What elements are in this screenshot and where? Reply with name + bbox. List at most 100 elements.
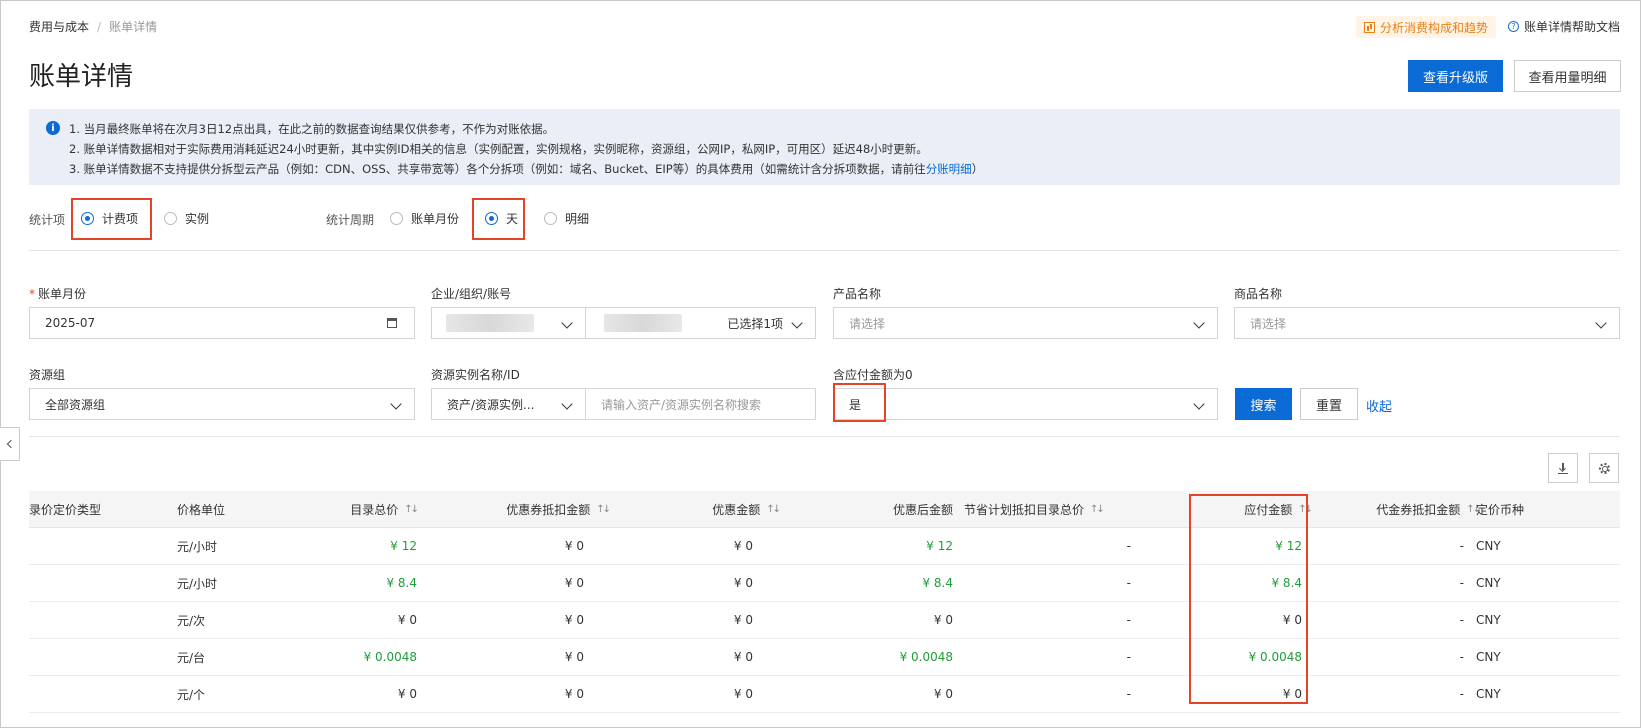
commodity-name-label: 商品名称 xyxy=(1234,287,1283,301)
cell-currency: CNY xyxy=(1476,650,1501,664)
page-title: 账单详情 xyxy=(29,62,134,92)
breadcrumb-current: 账单详情 xyxy=(109,20,158,34)
cell-list-total: ¥ 12 xyxy=(390,539,417,553)
stat-item-radio-billing-item[interactable]: 计费项 xyxy=(81,210,138,227)
search-button[interactable]: 搜索 xyxy=(1235,388,1292,420)
cell-price-type xyxy=(29,528,159,564)
table-row: 元/小时 ¥ 8.4 ¥ 0 ¥ 0 ¥ 8.4 - ¥ 8.4 - CNY xyxy=(29,565,1620,602)
product-name-label: 产品名称 xyxy=(833,287,882,301)
cell-coupon: ¥ 0 xyxy=(564,539,584,553)
stat-item-radio-instance[interactable]: 实例 xyxy=(164,210,209,227)
chevron-down-icon xyxy=(1595,317,1607,329)
table-row: 元/小时 ¥ 12 ¥ 0 ¥ 0 ¥ 12 - ¥ 12 - CNY xyxy=(29,528,1620,565)
calendar-icon xyxy=(387,318,397,328)
section-divider xyxy=(29,436,1620,437)
commodity-name-select[interactable]: 请选择 xyxy=(1234,307,1620,339)
cell-payable: ¥ 12 xyxy=(1275,539,1302,553)
trend-analysis-link[interactable]: 分析消费构成和趋势 xyxy=(1356,16,1497,38)
col-voucher[interactable]: 代金券抵扣金额 ↑↓ xyxy=(1319,491,1481,527)
billing-month-picker[interactable]: 2025-07 xyxy=(29,307,415,339)
collapse-link[interactable]: 收起 xyxy=(1366,396,1392,415)
notice-line-1: 1. 当月最终账单将在次月3日12点出具，在此之前的数据查询结果仅供参考，不作为… xyxy=(69,122,555,136)
help-doc-link[interactable]: ? 账单详情帮助文档 xyxy=(1508,18,1620,35)
product-name-select[interactable]: 请选择 xyxy=(833,307,1218,339)
chevron-down-icon xyxy=(561,317,573,329)
sort-icon[interactable]: ↑↓ xyxy=(596,504,611,515)
instance-search-placeholder: 请输入资产/资源实例名称搜索 xyxy=(601,397,762,412)
cell-savings-plan: - xyxy=(1126,613,1131,627)
include-zero-label: 含应付金额为0 xyxy=(833,368,913,382)
sort-icon[interactable]: ↑↓ xyxy=(766,504,781,515)
col-after-discount: 优惠后金额 xyxy=(892,502,953,517)
instance-search-input[interactable]: 请输入资产/资源实例名称搜索 xyxy=(585,388,816,420)
col-savings-plan[interactable]: 节省计划抵扣目录总价 ↑↓ xyxy=(964,491,1144,527)
cell-currency: CNY xyxy=(1476,613,1501,627)
breadcrumb-parent[interactable]: 费用与成本 xyxy=(29,18,89,35)
cell-voucher: - xyxy=(1459,539,1464,553)
download-button[interactable] xyxy=(1548,453,1578,483)
usage-detail-button[interactable]: 查看用量明细 xyxy=(1514,60,1621,92)
notice-line-3-text: 3. 账单详情数据不支持提供分拆型云产品（例如：CDN、OSS、共享带宽等）各个… xyxy=(69,162,926,176)
cell-savings-plan: - xyxy=(1126,539,1131,553)
instance-type-select[interactable]: 资产/资源实例... xyxy=(431,388,586,420)
cell-payable: ¥ 0 xyxy=(1282,613,1302,627)
stat-period-label: 统计周期 xyxy=(326,213,375,227)
cell-list-total: ¥ 8.4 xyxy=(386,576,417,590)
stat-item-label: 统计项 xyxy=(29,213,66,227)
reset-button[interactable]: 重置 xyxy=(1300,388,1358,420)
cell-list-total: ¥ 0.0048 xyxy=(363,650,417,664)
column-settings-button[interactable] xyxy=(1589,453,1619,483)
cell-voucher: - xyxy=(1459,576,1464,590)
cell-payable: ¥ 0.0048 xyxy=(1248,650,1302,664)
stat-period-radio-day[interactable]: 天 xyxy=(485,210,518,227)
info-icon: i xyxy=(46,121,60,135)
info-notice: i 1. 当月最终账单将在次月3日12点出具，在此之前的数据查询结果仅供参考，不… xyxy=(29,109,1620,185)
resource-instance-label: 资源实例名称/ID xyxy=(431,368,520,382)
stat-period-radio-month[interactable]: 账单月份 xyxy=(390,210,459,227)
col-payable[interactable]: 应付金额 ↑↓ xyxy=(1159,491,1313,527)
include-zero-select[interactable]: 是 xyxy=(833,388,1218,420)
split-detail-link[interactable]: 分账明细 xyxy=(926,162,972,176)
chevron-down-icon xyxy=(1193,317,1205,329)
resource-group-select[interactable]: 全部资源组 xyxy=(29,388,415,420)
upgrade-version-button[interactable]: 查看升级版 xyxy=(1408,60,1503,92)
radio-label: 天 xyxy=(506,212,519,226)
section-divider xyxy=(29,250,1620,251)
stat-period-radio-detail[interactable]: 明细 xyxy=(544,210,589,227)
cell-coupon: ¥ 0 xyxy=(564,687,584,701)
trend-analysis-label: 分析消费构成和趋势 xyxy=(1380,20,1489,35)
sort-icon[interactable]: ↑↓ xyxy=(1090,504,1105,515)
cell-payable: ¥ 0 xyxy=(1282,687,1302,701)
col-list-total[interactable]: 目录总价 ↑↓ xyxy=(269,491,419,527)
sidebar-toggle[interactable] xyxy=(0,427,20,461)
gear-icon xyxy=(1598,462,1610,474)
bill-detail-table: 录价定价类型 价格单位 目录总价 ↑↓ 优惠券抵扣金额 ↑↓ 优惠金额 ↑↓ 优惠后金… xyxy=(29,491,1620,713)
cell-discount: ¥ 0 xyxy=(733,687,753,701)
radio-label: 明细 xyxy=(565,212,590,226)
billing-month-value: 2025-07 xyxy=(45,316,96,330)
radio-circle xyxy=(390,212,403,225)
sort-icon[interactable]: ↑↓ xyxy=(1298,504,1313,515)
cell-price-type xyxy=(29,639,159,675)
cell-price-type xyxy=(29,565,159,601)
cell-coupon: ¥ 0 xyxy=(564,650,584,664)
account-type-select[interactable] xyxy=(431,307,586,339)
notice-line-3: 3. 账单详情数据不支持提供分拆型云产品（例如：CDN、OSS、共享带宽等）各个… xyxy=(69,161,983,177)
cell-voucher: - xyxy=(1459,650,1464,664)
col-coupon[interactable]: 优惠券抵扣金额 ↑↓ xyxy=(429,491,611,527)
cell-price-type xyxy=(29,676,159,712)
cell-after-discount: ¥ 0 xyxy=(933,613,953,627)
notice-line-3-suffix: ） xyxy=(971,162,984,176)
radio-circle xyxy=(81,212,94,225)
cell-list-total: ¥ 0 xyxy=(397,613,417,627)
sort-icon[interactable]: ↑↓ xyxy=(404,504,419,515)
col-price-type: 录价定价类型 xyxy=(29,502,102,517)
table-header: 录价定价类型 价格单位 目录总价 ↑↓ 优惠券抵扣金额 ↑↓ 优惠金额 ↑↓ 优惠后金… xyxy=(29,491,1620,528)
cell-discount: ¥ 0 xyxy=(733,576,753,590)
breadcrumb: 费用与成本 / 账单详情 xyxy=(29,18,157,35)
commodity-placeholder: 请选择 xyxy=(1250,316,1287,331)
account-label: 企业/组织/账号 xyxy=(431,287,512,301)
question-icon: ? xyxy=(1508,21,1519,32)
account-select[interactable]: 已选择1项 xyxy=(585,307,816,339)
col-discount[interactable]: 优惠金额 ↑↓ xyxy=(619,491,781,527)
